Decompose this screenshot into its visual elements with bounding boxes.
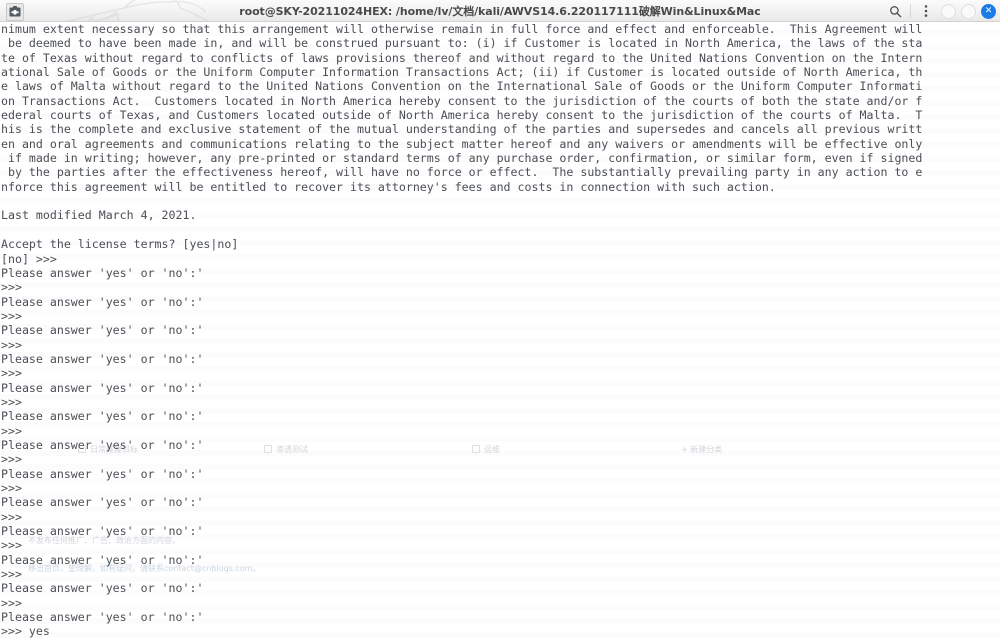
terminal-line: Please answer 'yes' or 'no':': [1, 380, 204, 395]
terminal-line: Please answer 'yes' or 'no':': [1, 437, 204, 452]
titlebar-controls: ✕: [885, 0, 996, 21]
terminal-line: >>>: [1, 481, 22, 495]
terminal-line: te of Texas without regard to conflicts …: [1, 50, 923, 65]
terminal-line: >>>: [1, 423, 22, 438]
terminal-line: >>>: [1, 394, 22, 409]
terminal-screen: nimum extent necessary so that this arra…: [0, 22, 1000, 639]
terminal-line: >>>: [1, 538, 22, 553]
terminal-line: Last modified March 4, 2021.: [1, 208, 197, 223]
terminal-line: >>>: [1, 337, 22, 352]
terminal-line: >>>: [1, 567, 22, 582]
terminal-line: >>>: [1, 366, 22, 381]
terminal-line: [no] >>>: [1, 251, 57, 266]
terminal-line: on Transactions Act. Customers located i…: [1, 93, 923, 108]
terminal-line: ederal courts of Texas, and Customers lo…: [1, 108, 923, 123]
window-close-button[interactable]: ✕: [981, 3, 996, 19]
terminal-line: Please answer 'yes' or 'no':': [1, 294, 204, 309]
terminal-line: nimum extent necessary so that this arra…: [1, 22, 923, 36]
terminal-line: Please answer 'yes' or 'no':': [1, 409, 204, 424]
terminal-line: e laws of Malta without regard to the Un…: [1, 79, 923, 94]
terminal-line: Please answer 'yes' or 'no':': [1, 265, 204, 280]
terminal-line: >>>: [1, 308, 22, 323]
terminal-line: Please answer 'yes' or 'no':': [1, 351, 204, 366]
terminal-line: Please answer 'yes' or 'no':': [1, 524, 204, 539]
terminal-line: >>>: [1, 509, 22, 524]
terminal-line: by the parties after the effectiveness h…: [1, 165, 923, 180]
terminal-line: >>> yes: [1, 624, 50, 639]
window-maximize-button[interactable]: [961, 3, 976, 19]
kebab-menu-icon[interactable]: [916, 1, 936, 21]
terminal-line: Please answer 'yes' or 'no':': [1, 581, 204, 596]
terminal-line: Please answer 'yes' or 'no':': [1, 466, 204, 481]
terminal-line: >>>: [1, 595, 22, 610]
terminal-line: Please answer 'yes' or 'no':': [1, 610, 204, 625]
terminal-line: Please answer 'yes' or 'no':': [1, 323, 204, 338]
terminal-line: ational Sale of Goods or the Uniform Com…: [1, 65, 923, 80]
terminal-app-icon: [6, 3, 24, 21]
terminal-line: nforce this agreement will be entitled t…: [1, 179, 776, 194]
terminal-line: if made in writing; however, any pre-pri…: [1, 151, 923, 166]
terminal-line: >>>: [1, 280, 22, 295]
search-icon[interactable]: [885, 1, 905, 21]
terminal-output-area[interactable]: 日常维度目标 渗透测试 运维 + 新建分类 不发布任何推广、广告、政治方面的内容。 移出首…: [0, 22, 1000, 639]
terminal-line: >>>: [1, 452, 22, 467]
terminal-line: be deemed to have been made in, and will…: [1, 36, 923, 51]
terminal-line: Accept the license terms? [yes|no]: [1, 237, 239, 252]
window-titlebar[interactable]: root@SKY-20211024HEX: /home/lv/文档/kali/A…: [0, 0, 1000, 22]
window-minimize-button[interactable]: [941, 3, 956, 19]
terminal-line: Please answer 'yes' or 'no':': [1, 552, 204, 567]
terminal-line: en and oral agreements and communication…: [1, 136, 923, 151]
terminal-line: Please answer 'yes' or 'no':': [1, 495, 204, 510]
terminal-line: his is the complete and exclusive statem…: [1, 122, 923, 137]
window-title: root@SKY-20211024HEX: /home/lv/文档/kali/A…: [239, 4, 761, 18]
titlebar-divider: [910, 4, 911, 18]
